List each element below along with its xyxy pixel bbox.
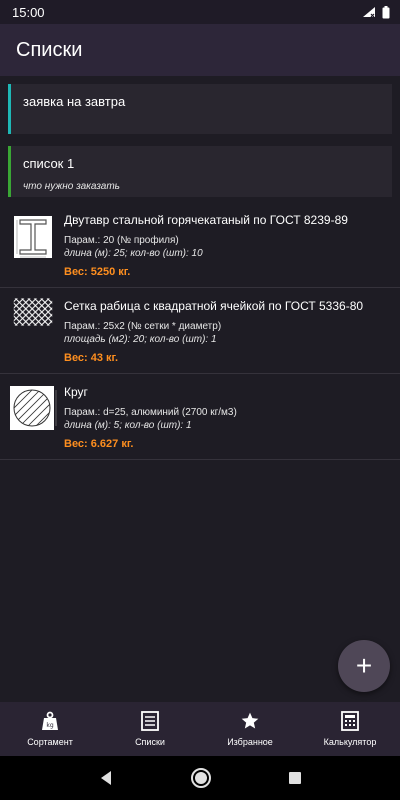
mesh-icon <box>13 298 53 326</box>
back-icon[interactable] <box>98 770 114 786</box>
nav-item-kalkulyator[interactable]: Калькулятор <box>300 702 400 756</box>
item-weight: Вес: 5250 кг. <box>64 266 131 278</box>
list-card-spisok-1[interactable]: список 1 что нужно заказать <box>8 146 392 197</box>
star-icon <box>241 712 259 729</box>
bottom-nav: kg Сортамент Списки Избранное Калькулято… <box>0 702 400 756</box>
app-bar: Списки <box>0 24 400 76</box>
status-time: 15:00 <box>12 4 45 20</box>
list-card-zayavka[interactable]: заявка на завтра <box>8 84 392 134</box>
calculator-icon <box>341 711 359 731</box>
nav-label: Калькулятор <box>323 737 377 747</box>
round-bar-icon <box>10 386 57 430</box>
item-dims: площадь (м2): 20; кол-во (шт): 1 <box>64 334 217 345</box>
item-params: Парам.: 20 (№ профиля) <box>64 235 179 246</box>
weight-icon: kg <box>42 711 58 730</box>
recents-icon[interactable] <box>288 771 302 785</box>
nav-label: Избранное <box>227 737 273 747</box>
list-item[interactable]: Сетка рабица с квадратной ячейкой по ГОС… <box>0 288 400 374</box>
nav-item-sortament[interactable]: kg Сортамент <box>0 702 100 756</box>
system-nav-bar <box>0 756 400 800</box>
wifi-icon <box>363 7 375 18</box>
item-weight: Вес: 43 кг. <box>64 352 119 364</box>
item-title: Круг <box>64 385 88 399</box>
status-icons <box>362 5 390 19</box>
list-item[interactable]: Двутавр стальной горячекатаный по ГОСТ 8… <box>0 202 400 288</box>
status-bar: 15:00 <box>0 0 400 24</box>
list-icon <box>141 711 159 731</box>
i-beam-icon <box>14 216 52 258</box>
item-params: Парам.: d=25, алюминий (2700 кг/м3) <box>64 407 237 418</box>
list-card-description: что нужно заказать <box>23 181 120 192</box>
item-dims: длина (м): 5; кол-во (шт): 1 <box>64 420 192 431</box>
add-button[interactable]: + <box>338 640 390 692</box>
list-card-name: список 1 <box>23 156 75 171</box>
item-params: Парам.: 25x2 (№ сетки * диаметр) <box>64 321 222 332</box>
nav-item-izbrannoe[interactable]: Избранное <box>200 702 300 756</box>
battery-icon <box>382 5 390 18</box>
svg-text:kg: kg <box>46 722 53 729</box>
list-item[interactable]: Круг Парам.: d=25, алюминий (2700 кг/м3)… <box>0 374 400 460</box>
home-icon[interactable] <box>190 767 212 789</box>
item-dims: длина (м): 25; кол-во (шт): 10 <box>64 248 203 259</box>
list-card-name: заявка на завтра <box>23 94 126 109</box>
page-title: Списки <box>16 38 83 61</box>
nav-label: Сортамент <box>27 737 73 747</box>
item-title: Сетка рабица с квадратной ячейкой по ГОС… <box>64 299 364 313</box>
nav-item-spiski[interactable]: Списки <box>100 702 200 756</box>
nav-label: Списки <box>135 737 165 747</box>
item-title: Двутавр стальной горячекатаный по ГОСТ 8… <box>64 213 348 227</box>
content-area[interactable]: заявка на завтра список 1 что нужно зака… <box>0 76 400 702</box>
item-weight: Вес: 6.627 кг. <box>64 438 134 450</box>
plus-icon: + <box>355 650 373 681</box>
